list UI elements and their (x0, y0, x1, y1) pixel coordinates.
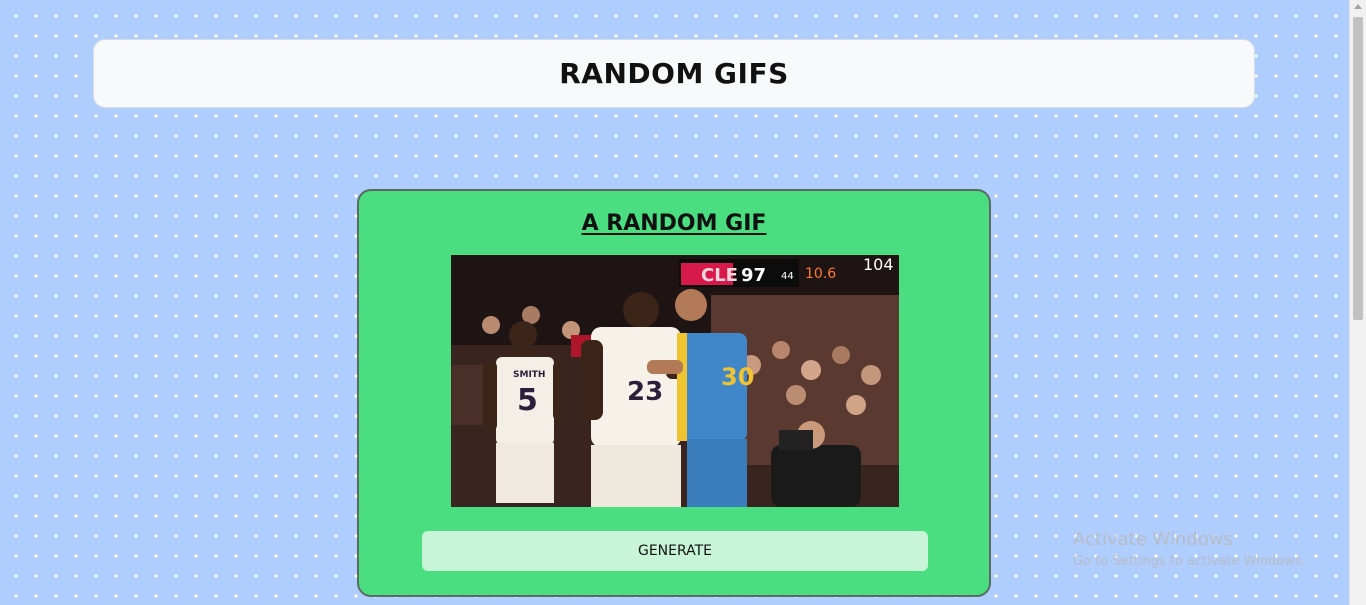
header-bar: RANDOM GIFS (93, 39, 1255, 108)
watermark-title: Activate Windows (1073, 529, 1233, 550)
activate-windows-watermark: Activate Windows Go to Settings to activ… (1073, 529, 1306, 573)
jersey-number-2: 23 (627, 377, 663, 407)
scoreboard-clock: 10.6 (805, 266, 836, 282)
scroll-thumb[interactable] (1353, 17, 1363, 320)
gif-card: A RANDOM GIF CLE 97 44 10.6 104 SMITH 5 … (357, 189, 991, 597)
jersey-number-3: 30 (721, 363, 754, 391)
scoreboard-team: CLE (701, 265, 738, 286)
vertical-scrollbar[interactable] (1349, 0, 1366, 605)
jersey-number: 5 (517, 383, 538, 418)
scoreboard-score: 97 (741, 265, 766, 286)
scoreboard-other: 104 (863, 255, 894, 274)
card-title: A RANDOM GIF (581, 211, 767, 236)
generate-button[interactable]: GENERATE (422, 531, 928, 571)
jersey-name: SMITH (513, 370, 545, 380)
watermark-subtitle: Go to Settings to activate Windows. (1073, 554, 1306, 569)
page-title: RANDOM GIFS (559, 57, 789, 90)
scroll-up-arrow-icon[interactable] (1354, 4, 1362, 9)
scoreboard-small: 44 (781, 271, 794, 282)
random-gif-image: CLE 97 44 10.6 104 SMITH 5 23 30 (451, 255, 899, 507)
